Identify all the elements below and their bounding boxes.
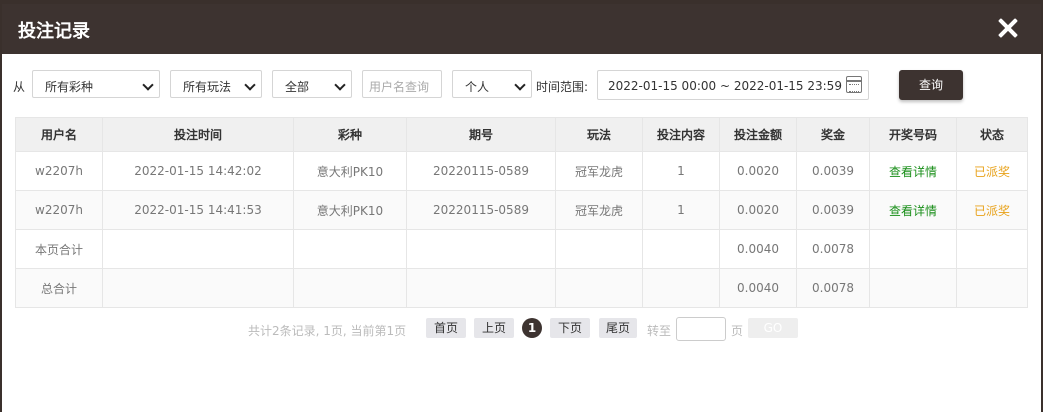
cell-amount: 0.0020 [719, 190, 797, 230]
cell-content: 1 [642, 190, 720, 230]
lottery-select-value: 所有彩种 [45, 80, 94, 94]
cell-content: 1 [642, 151, 720, 191]
time-range-input[interactable]: 2022-01-15 00:00 ~ 2022-01-15 23:59 [597, 70, 869, 100]
col-lottery: 彩种 [293, 117, 407, 152]
play-select-value: 所有玩法 [183, 80, 232, 94]
play-select[interactable]: 所有玩法 [170, 70, 262, 98]
next-page-button[interactable]: 下页 [550, 318, 590, 338]
go-button[interactable]: GO [748, 318, 798, 338]
page-total-label: 本页合计 [15, 229, 103, 269]
bet-records-table: 用户名 投注时间 彩种 期号 玩法 投注内容 投注金额 奖金 开奖号码 状态 w… [15, 117, 1028, 308]
status-select-value: 全部 [285, 80, 310, 94]
bet-records-dialog: 投注记录 从 所有彩种 所有玩法 全部 用户名查询 个人 时间范围: 2022-… [2, 4, 1041, 412]
col-amount: 投注金额 [719, 117, 797, 152]
page-total-amount: 0.0040 [719, 229, 797, 269]
username-placeholder: 用户名查询 [369, 80, 430, 94]
cell-username: w2207h [15, 151, 103, 191]
page-total-row: 本页合计 0.0040 0.0078 [15, 229, 1028, 269]
col-issue: 期号 [406, 117, 556, 152]
col-username: 用户名 [15, 117, 103, 152]
col-draw-number: 开奖号码 [869, 117, 957, 152]
grand-total-amount: 0.0040 [719, 268, 797, 308]
time-range-value: 2022-01-15 00:00 ~ 2022-01-15 23:59 [608, 79, 842, 93]
cell-prize: 0.0039 [796, 151, 870, 191]
calendar-icon[interactable] [846, 76, 862, 93]
page-unit-label: 页 [731, 324, 744, 338]
col-play: 玩法 [555, 117, 643, 152]
cell-play: 冠军龙虎 [555, 190, 643, 230]
dialog-title: 投注记录 [18, 21, 90, 42]
last-page-button[interactable]: 尾页 [599, 318, 637, 338]
status-badge: 已派奖 [956, 151, 1028, 191]
status-badge: 已派奖 [956, 190, 1028, 230]
chevron-down-icon [244, 79, 256, 91]
grand-total-prize: 0.0078 [796, 268, 870, 308]
table-row: w2207h 2022-01-15 14:41:53 意大利PK10 20220… [15, 190, 1028, 230]
cell-bet-time: 2022-01-15 14:41:53 [102, 190, 294, 230]
goto-label: 转至 [647, 324, 672, 338]
chevron-down-icon [334, 79, 346, 91]
col-status: 状态 [956, 117, 1028, 152]
cell-lottery: 意大利PK10 [293, 190, 407, 230]
username-search-input[interactable]: 用户名查询 [362, 70, 442, 98]
cell-amount: 0.0020 [719, 151, 797, 191]
col-bet-time: 投注时间 [102, 117, 294, 152]
col-prize: 奖金 [796, 117, 870, 152]
filter-bar: 从 所有彩种 所有玩法 全部 用户名查询 个人 时间范围: 2022-01-15… [2, 70, 1041, 100]
cell-play: 冠军龙虎 [555, 151, 643, 191]
dialog-header: 投注记录 [2, 4, 1041, 54]
view-details-link[interactable]: 查看详情 [869, 190, 957, 230]
scope-select-value: 个人 [465, 80, 490, 94]
pagination: 共计2条记录, 1页, 当前第1页 首页 上页 1 下页 尾页 转至 页 GO [2, 317, 1041, 341]
page-total-prize: 0.0078 [796, 229, 870, 269]
cell-prize: 0.0039 [796, 190, 870, 230]
query-button[interactable]: 查询 [899, 70, 963, 100]
chevron-down-icon [142, 79, 154, 91]
view-details-link[interactable]: 查看详情 [869, 151, 957, 191]
grand-total-row: 总合计 0.0040 0.0078 [15, 268, 1028, 308]
from-label: 从 [13, 80, 26, 94]
cell-issue: 20220115-0589 [406, 151, 556, 191]
lottery-select[interactable]: 所有彩种 [32, 70, 160, 98]
cell-lottery: 意大利PK10 [293, 151, 407, 191]
first-page-button[interactable]: 首页 [426, 318, 466, 338]
table-row: w2207h 2022-01-15 14:42:02 意大利PK10 20220… [15, 151, 1028, 191]
cell-bet-time: 2022-01-15 14:42:02 [102, 151, 294, 191]
table-header-row: 用户名 投注时间 彩种 期号 玩法 投注内容 投注金额 奖金 开奖号码 状态 [15, 117, 1028, 152]
prev-page-button[interactable]: 上页 [474, 318, 514, 338]
goto-page-input[interactable] [676, 317, 726, 341]
cell-username: w2207h [15, 190, 103, 230]
status-select[interactable]: 全部 [272, 70, 352, 98]
close-icon[interactable] [997, 17, 1019, 39]
pagination-info: 共计2条记录, 1页, 当前第1页 [248, 324, 407, 338]
col-content: 投注内容 [642, 117, 720, 152]
chevron-down-icon [514, 79, 526, 91]
grand-total-label: 总合计 [15, 268, 103, 308]
time-range-label: 时间范围: [536, 80, 589, 94]
scope-select[interactable]: 个人 [452, 70, 532, 98]
cell-issue: 20220115-0589 [406, 190, 556, 230]
current-page[interactable]: 1 [522, 318, 542, 338]
